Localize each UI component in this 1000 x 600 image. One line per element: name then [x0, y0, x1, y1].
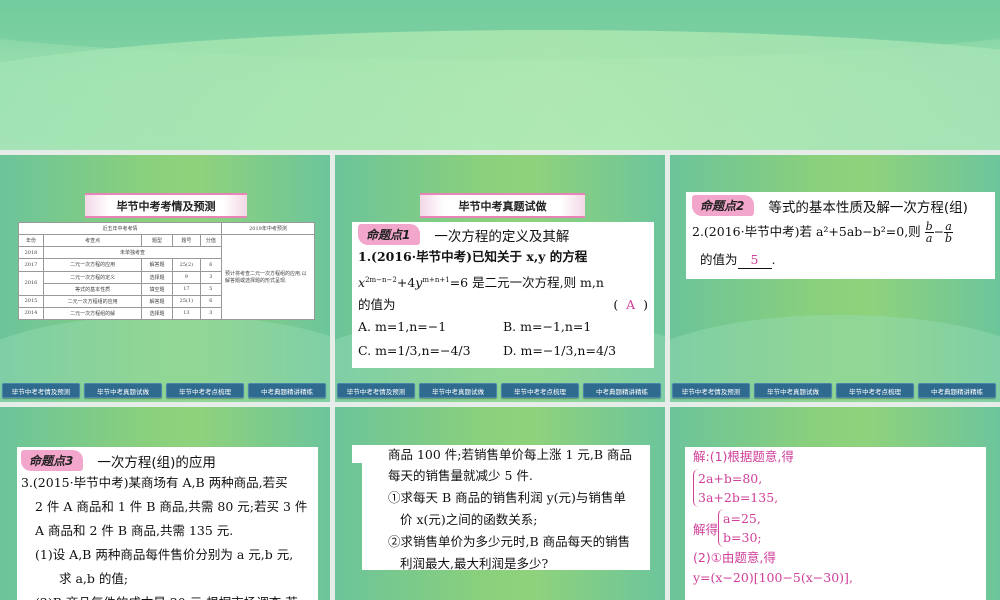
question-box: 命题点2 等式的基本性质及解一次方程(组) 2.(2016·毕节中考)若 a²+5… — [686, 192, 995, 279]
exam-table: 近五年中考考情 2019年中考预测 年份 考查点 题型 题号 分值 预计将考查二元一次方程… — [18, 221, 315, 321]
nav-button[interactable]: 毕节中考考点梳理 — [166, 383, 244, 398]
topic-tag: 命题点2 — [692, 195, 755, 216]
slide-thumbnail-6[interactable]: 解:(1)根据题意,得 2a+b=80, 3a+2b=135, 解得 a=25,… — [670, 407, 1000, 600]
slide-nav: 毕节中考考情及预测 毕节中考真题试做 毕节中考考点梳理 中考典题精讲精练 — [672, 383, 996, 398]
nav-button[interactable]: 毕节中考考情及预测 — [672, 383, 750, 398]
top-banner — [0, 0, 1000, 150]
slide-thumbnail-5[interactable]: 商品 100 件;若销售单价每上涨 1 元,B 商品 每天的销售量就减少 5 件… — [335, 407, 665, 600]
question-text: A 商品和 2 件 B 商品,共需 135 元. — [35, 523, 234, 538]
option-d: D. m=−1/3,n=4/3 — [503, 343, 617, 359]
solution-text: 2a+b=80, — [698, 471, 763, 486]
topic-heading: 一次方程(组)的应用 — [97, 454, 216, 471]
solution-text: b=30; — [723, 530, 762, 545]
nav-button[interactable]: 中考典题精讲精练 — [918, 383, 996, 398]
nav-button[interactable]: 毕节中考真题试做 — [419, 383, 497, 398]
slide-thumbnail-1[interactable]: 毕节中考考情及预测 近五年中考考情 2019年中考预测 年份 考查点 题型 题号 分值 预… — [0, 155, 330, 402]
nav-button[interactable]: 中考典题精讲精练 — [248, 383, 326, 398]
slide-thumbnail-3[interactable]: 命题点2 等式的基本性质及解一次方程(组) 2.(2016·毕节中考)若 a²+5… — [670, 155, 1000, 402]
slide-nav: 毕节中考考情及预测 毕节中考真题试做 毕节中考考点梳理 中考典题精讲精练 — [2, 383, 326, 398]
topic-tag: 命题点1 — [358, 224, 421, 245]
question-box: 商品 100 件;若销售单价每上涨 1 元,B 商品 每天的销售量就减少 5 件… — [362, 445, 650, 571]
solution-text: 解:(1)根据题意,得 — [693, 449, 794, 464]
solution-box: 解:(1)根据题意,得 2a+b=80, 3a+2b=135, 解得 a=25,… — [685, 447, 986, 600]
question-text: ②求销售单价为多少元时,B 商品每天的销售 — [388, 534, 631, 549]
nav-button[interactable]: 毕节中考考情及预测 — [2, 383, 80, 398]
option-a: A. m=1,n=−1 — [358, 319, 447, 335]
solution-text: y=(x−20)[100−5(x−30)], — [693, 570, 853, 585]
question-text: 求 a,b 的值; — [59, 571, 129, 586]
question-text: 利润最大,最大利润是多少? — [400, 556, 549, 571]
slide-nav: 毕节中考考情及预测 毕节中考真题试做 毕节中考考点梳理 中考典题精讲精练 — [337, 383, 661, 398]
question-text: 的值为 — [358, 297, 396, 313]
nav-button[interactable]: 中考典题精讲精练 — [583, 383, 661, 398]
nav-button[interactable]: 毕节中考真题试做 — [84, 383, 162, 398]
question-text: 商品 100 件;若销售单价每上涨 1 元,B 商品 — [388, 447, 633, 462]
question-box: 命题点1 一次方程的定义及其解 1.(2016·毕节中考)已知关于 x,y 的方程… — [352, 222, 654, 368]
solution-text: 3a+2b=135, — [698, 490, 779, 505]
solution-text: (2)①由题意,得 — [693, 550, 776, 565]
question-text: 2.(2016·毕节中考)若 a²+5ab−b²=0,则 — [692, 224, 921, 239]
nav-button[interactable]: 毕节中考考点梳理 — [501, 383, 579, 398]
solution-text: 解得 — [693, 521, 719, 537]
question-text: (2)B 商品每件的成本是 20 元,根据市场调查:若 — [21, 591, 314, 600]
answer: A — [626, 297, 636, 313]
answer-bracket: ( A ) — [613, 297, 648, 313]
nav-button[interactable]: 毕节中考考点梳理 — [836, 383, 914, 398]
question-text: 价 x(元)之间的函数关系; — [400, 512, 538, 527]
topic-heading: 一次方程的定义及其解 — [434, 228, 570, 245]
nav-button[interactable]: 毕节中考真题试做 — [754, 383, 832, 398]
table-header: 近五年中考考情 — [18, 221, 222, 236]
nav-button[interactable]: 毕节中考考情及预测 — [337, 383, 415, 398]
slide-title: 毕节中考真题试做 — [420, 193, 585, 218]
topic-tag: 命题点3 — [21, 450, 84, 471]
question-text: ①求每天 B 商品的销售利润 y(元)与销售单 — [388, 490, 626, 505]
topic-heading: 等式的基本性质及解一次方程(组) — [768, 199, 968, 216]
prediction-text: 预计将考查二元一次方程组的应用,以解答题或选择题的形式呈现. — [221, 234, 315, 320]
answer: 5 — [737, 252, 772, 269]
solution-text: a=25, — [723, 511, 761, 526]
option-c: C. m=1/3,n=−4/3 — [358, 343, 471, 359]
question-text: (1)设 A,B 两种商品每件售价分别为 a 元,b 元, — [35, 547, 294, 562]
question-text: 是二元一次方程,则 m,n — [472, 275, 604, 291]
slide-thumbnail-4[interactable]: 命题点3 一次方程(组)的应用 3.(2015·毕节中考)某商场有 A,B 两种商… — [0, 407, 330, 600]
question-text: 3.(2015·毕节中考)某商场有 A,B 两种商品,若买 — [21, 475, 288, 490]
option-b: B. m=−1,n=1 — [503, 319, 592, 335]
slide-title: 毕节中考考情及预测 — [85, 193, 247, 218]
question-text: 2 件 A 商品和 1 件 B 商品,共需 80 元;若买 3 件 — [35, 499, 308, 514]
question-text: 每天的销售量就减少 5 件. — [388, 468, 533, 483]
table-header: 2019年中考预测 — [221, 221, 315, 236]
question-text: 1.(2016·毕节中考)已知关于 x,y 的方程 — [358, 249, 588, 264]
question-box: 命题点3 一次方程(组)的应用 3.(2015·毕节中考)某商场有 A,B 两种商… — [17, 447, 318, 600]
question-text: 的值为 — [700, 252, 738, 267]
slide-thumbnail-2[interactable]: 毕节中考真题试做 命题点1 一次方程的定义及其解 1.(2016·毕节中考)已知关… — [335, 155, 665, 402]
